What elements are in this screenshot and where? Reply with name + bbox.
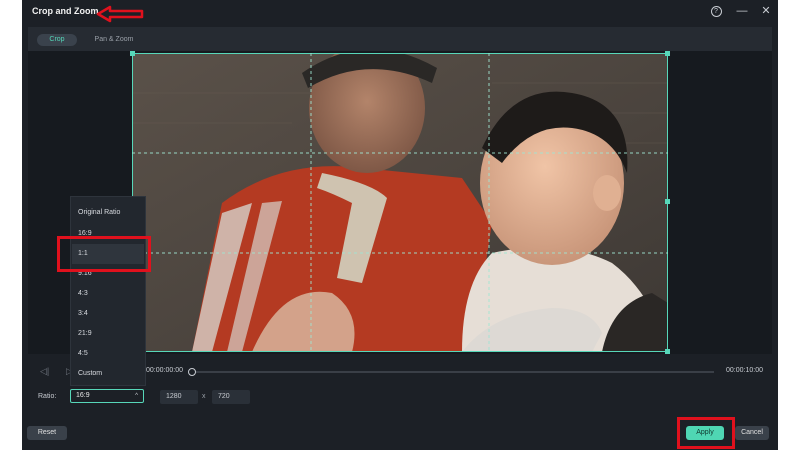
ratio-option-original[interactable]: Original Ratio [78,206,140,220]
ratio-selected-value: 16:9 [76,392,90,399]
dialog-footer [22,416,778,450]
chevron-up-icon: ^ [135,393,138,399]
crop-grid [132,53,668,352]
tab-pan-zoom[interactable]: Pan & Zoom [86,34,142,46]
ratio-option-3-4[interactable]: 3:4 [78,307,140,321]
ratio-label: Ratio: [38,393,57,400]
ratio-option-4-5[interactable]: 4:5 [78,347,140,361]
annotation-box-ratio-option [57,236,151,272]
ratio-option-21-9[interactable]: 21:9 [78,327,140,341]
close-button[interactable]: ✕ [759,4,773,18]
help-circle-icon: ? [710,6,722,17]
previous-frame-icon[interactable]: ◁| [40,366,49,377]
ratio-option-4-3[interactable]: 4:3 [78,287,140,301]
dimension-separator: x [202,393,206,400]
timeline-track[interactable] [190,371,714,373]
crop-handle-top-right[interactable] [665,51,670,56]
annotation-box-apply [677,417,735,449]
tab-crop[interactable]: Crop [37,34,77,46]
annotation-arrow-icon [96,5,144,23]
dialog-title: Crop and Zoom [32,6,99,16]
help-button[interactable]: ? [709,4,723,18]
ratio-select[interactable]: 16:9 ^ [70,389,144,403]
height-input[interactable]: 720 [212,390,250,404]
width-input[interactable]: 1280 [160,390,198,404]
timeline-playhead[interactable] [188,368,196,376]
current-time: 00:00:00:00 [146,367,183,374]
minimize-icon: — [736,5,748,17]
end-time: 00:00:10:00 [726,367,763,374]
close-icon: ✕ [761,5,771,17]
reset-button[interactable]: Reset [27,426,67,440]
cancel-button[interactable]: Cancel [735,426,769,440]
crop-handle-right[interactable] [665,199,670,204]
crop-handle-top-left[interactable] [130,51,135,56]
minimize-button[interactable]: — [735,4,749,18]
ratio-option-custom[interactable]: Custom [78,367,140,381]
